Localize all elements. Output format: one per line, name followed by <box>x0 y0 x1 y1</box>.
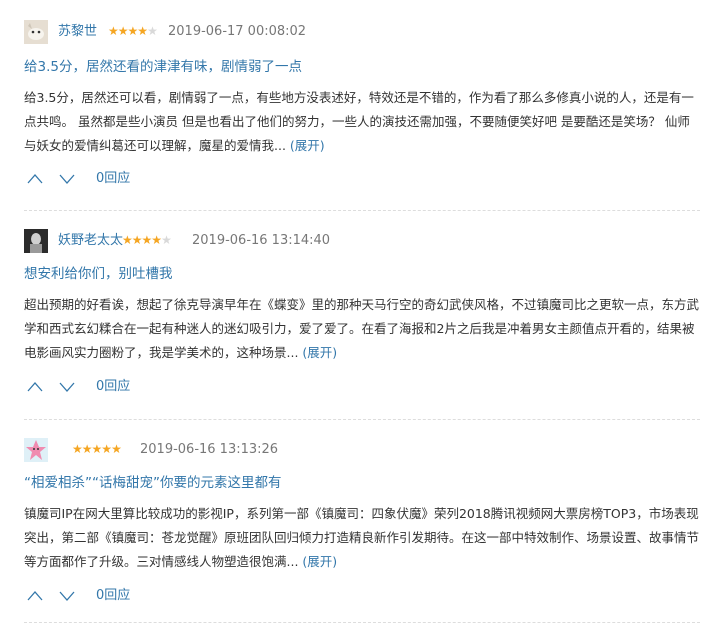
thumb-up-icon[interactable] <box>24 378 46 396</box>
thumb-down-icon[interactable] <box>56 587 78 605</box>
star-icon: ★ <box>91 442 103 456</box>
review-title[interactable]: 给3.5分，居然还看的津津有味，剧情弱了一点 <box>24 57 302 77</box>
review-title[interactable]: “相爱相杀”“话梅甜宠”你要的元素这里都有 <box>24 473 281 493</box>
thumb-up-icon[interactable] <box>24 587 46 605</box>
star-icon: ★ <box>131 233 143 247</box>
rating-stars: ★★★★★ <box>72 440 122 458</box>
star-icon: ★ <box>122 233 133 247</box>
star-icon: ★ <box>108 24 119 38</box>
avatar[interactable] <box>24 229 48 253</box>
star-icon: ★ <box>127 24 139 38</box>
avatar[interactable] <box>24 438 48 462</box>
review-body: 给3.5分，居然还可以看，剧情弱了一点，有些地方没表述好，特效还是不错的，作为看… <box>24 86 700 158</box>
author-name[interactable]: 苏黎世 <box>58 23 97 41</box>
star-icon: ★ <box>151 233 162 247</box>
review-actions: 0回应 <box>24 378 324 398</box>
reply-count-link[interactable]: 0回应 <box>96 378 130 396</box>
reply-count-link[interactable]: 0回应 <box>96 587 130 605</box>
review-actions: 0回应 <box>24 170 324 190</box>
review-header: 苏黎世 ★★★★★ 2019-06-17 00:08:02 <box>24 20 700 44</box>
reply-count-link[interactable]: 0回应 <box>96 170 130 188</box>
review-date: 2019-06-16 13:14:40 <box>192 233 331 248</box>
review-body-text: 超出预期的好看诶，想起了徐克导演早年在《蝶变》里的那种天马行空的奇幻武侠风格，不… <box>24 297 700 360</box>
review-body: 镇魔司IP在网大里算比较成功的影视IP，系列第一部《镇魔司：四象伏魔》荣列201… <box>24 502 700 574</box>
expand-link[interactable]: (展开) <box>302 554 337 569</box>
expand-link[interactable]: (展开) <box>290 138 325 153</box>
star-icon: ★ <box>81 442 93 456</box>
review-date: 2019-06-17 00:08:02 <box>168 24 307 39</box>
review-date: 2019-06-16 13:13:26 <box>140 442 279 457</box>
review-body-text: 给3.5分，居然还可以看，剧情弱了一点，有些地方没表述好，特效还是不错的，作为看… <box>24 90 694 153</box>
star-icon: ★ <box>141 233 153 247</box>
star-icon: ★ <box>101 442 112 456</box>
thumb-down-icon[interactable] <box>56 378 78 396</box>
review-body: 超出预期的好看诶，想起了徐克导演早年在《蝶变》里的那种天马行空的奇幻武侠风格，不… <box>24 293 700 365</box>
avatar[interactable] <box>24 20 48 44</box>
star-icon: ★ <box>72 442 83 456</box>
review-header: 妖野老太太 ★★★★★ 2019-06-16 13:14:40 <box>24 229 700 253</box>
expand-link[interactable]: (展开) <box>302 345 337 360</box>
review-actions: 0回应 <box>24 587 324 607</box>
rating-stars: ★★★★★ <box>108 22 158 40</box>
review-title[interactable]: 想安利给你们，别吐槽我 <box>24 264 173 284</box>
thumb-up-icon[interactable] <box>24 170 46 188</box>
star-icon: ★ <box>147 24 158 38</box>
divider <box>24 622 700 623</box>
review-header: ★★★★★ 2019-06-16 13:13:26 <box>24 438 700 462</box>
rating-stars: ★★★★★ <box>122 231 172 249</box>
star-icon: ★ <box>117 24 129 38</box>
divider <box>24 419 700 420</box>
review-body-text: 镇魔司IP在网大里算比较成功的影视IP，系列第一部《镇魔司：四象伏魔》荣列201… <box>24 506 700 569</box>
author-name[interactable]: 妖野老太太 <box>58 232 123 250</box>
star-icon: ★ <box>137 24 148 38</box>
star-icon: ★ <box>111 442 122 456</box>
thumb-down-icon[interactable] <box>56 170 78 188</box>
star-icon: ★ <box>161 233 172 247</box>
divider <box>24 210 700 211</box>
